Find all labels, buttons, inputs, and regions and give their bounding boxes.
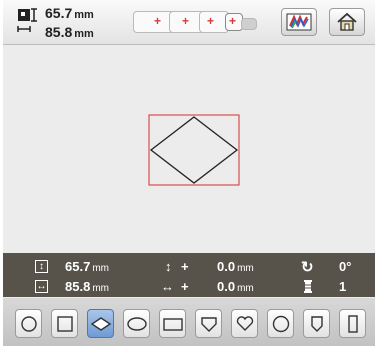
size-width-value: 65.7 (45, 5, 73, 21)
thread-color-button[interactable] (281, 8, 317, 36)
top-bar: 65.7 mm 85.8 mm + + + + (3, 0, 375, 45)
diamond-icon (90, 316, 111, 331)
status-width-value: 85.8 (65, 279, 91, 294)
status-rotation-value: 0° (339, 259, 352, 274)
shape-shield-button[interactable] (195, 309, 222, 338)
shape-circle-button[interactable] (15, 309, 42, 338)
shape-heart-button[interactable] (231, 309, 258, 338)
shape-tall-rectangle-button[interactable] (339, 309, 366, 338)
offset-h-plus: + (181, 279, 189, 294)
hoop-center-mark: + (154, 14, 162, 28)
hoop-frame-grey[interactable] (241, 18, 257, 30)
status-height-unit: mm (92, 263, 109, 274)
size-icon (17, 8, 37, 32)
horizontal-move-icon: ↔ (161, 279, 174, 294)
design-canvas[interactable] (3, 45, 375, 253)
rectangle-icon (162, 317, 183, 331)
round-icon (272, 315, 289, 332)
diamond-shape (149, 116, 239, 184)
canvas-drawing (148, 114, 240, 186)
size-height-unit: mm (74, 28, 94, 40)
hoop-center-mark: + (182, 14, 190, 28)
status-offset-h-value: 0.0 (217, 279, 236, 294)
shield-icon (200, 316, 217, 332)
heart-icon (236, 315, 253, 331)
size-height-value: 85.8 (45, 24, 73, 40)
thread-spool-icon (304, 280, 312, 293)
height-icon: ↕ (35, 260, 48, 273)
home-icon (337, 12, 357, 31)
status-color-count: 1 (339, 279, 347, 294)
vertical-move-icon: ↕ (165, 259, 172, 274)
shape-rectangle-button[interactable] (159, 309, 186, 338)
oval-icon (126, 316, 147, 331)
hoop-center-mark: + (207, 14, 215, 28)
tall-rectangle-icon (347, 314, 358, 333)
rotate-icon: ↻ (301, 259, 314, 276)
shape-square-button[interactable] (51, 309, 78, 338)
shape-oval-button[interactable] (123, 309, 150, 338)
offset-v-plus: + (181, 259, 189, 274)
thread-color-icon (286, 13, 312, 31)
status-row-height: ↕ 65.7 mm ↕ + 0.0 mm ↻ 0° (3, 257, 375, 277)
size-width-unit: mm (74, 9, 94, 21)
selection-frame (148, 114, 240, 186)
square-icon (56, 315, 73, 332)
status-width-unit: mm (92, 283, 109, 294)
status-offset-h-unit: mm (237, 283, 254, 294)
shape-round-button[interactable] (267, 309, 294, 338)
status-row-width: ↔ 85.8 mm ↔ + 0.0 mm 1 (3, 277, 375, 297)
status-offset-v-unit: mm (237, 263, 254, 274)
shape-badge-button[interactable] (303, 309, 330, 338)
hoop-center-mark: + (229, 14, 237, 28)
status-height-value: 65.7 (65, 259, 91, 274)
status-bar: ↕ 65.7 mm ↕ + 0.0 mm ↻ 0° ↔ 85.8 mm ↔ + 0.0… (3, 253, 375, 297)
status-offset-v-value: 0.0 (217, 259, 236, 274)
shape-diamond-button[interactable] (87, 309, 114, 338)
circle-icon (20, 315, 37, 332)
app-window: 65.7 mm 85.8 mm + + + + ↕ 65.7 mm ↕ + 0.… (3, 0, 375, 346)
shape-toolbar (3, 298, 375, 346)
home-button[interactable] (329, 8, 365, 36)
design-size: 65.7 mm 85.8 mm (45, 5, 94, 43)
width-icon: ↔ (35, 280, 48, 293)
badge-icon (310, 315, 323, 332)
